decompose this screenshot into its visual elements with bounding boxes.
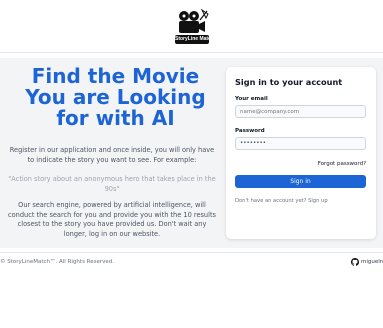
hero-intro-text: Register in our application and once ins… [9,146,215,164]
forgot-password-link[interactable]: Forgot password? [318,161,366,167]
hero-title: Find the Movie You are Looking for with … [25,64,206,130]
hero-engine-text: Our search engine, powered by artificial… [8,201,216,238]
hero-example-text: "Action story about an anonymous hero th… [8,175,216,193]
signin-card: Sign in to your account Your email Passw… [226,67,376,239]
signin-button[interactable]: Sign in [235,175,366,188]
password-label: Password [235,128,265,134]
storyline-logo[interactable]: StoryLine Match [172,8,212,46]
copyright-text: © StoryLineMatch™. All Rights Reserved. [0,259,115,265]
film-projector-icon [179,8,209,33]
password-field[interactable]: •••••••• [235,137,366,150]
signin-title: Sign in to your account [235,77,343,87]
email-label: Your email [235,96,268,102]
footer-divider [0,252,383,253]
github-icon[interactable] [351,258,359,266]
signup-prompt: Don't have an account yet? Sign up [235,198,328,204]
site-header: StoryLine Match [0,0,383,53]
logo-brand-text: StoryLine Match [175,35,209,44]
signup-link[interactable]: Sign up [308,198,328,204]
no-account-text: Don't have an account yet? [235,198,307,204]
email-field[interactable] [235,105,366,118]
github-username-link[interactable]: miguelro [361,259,383,265]
